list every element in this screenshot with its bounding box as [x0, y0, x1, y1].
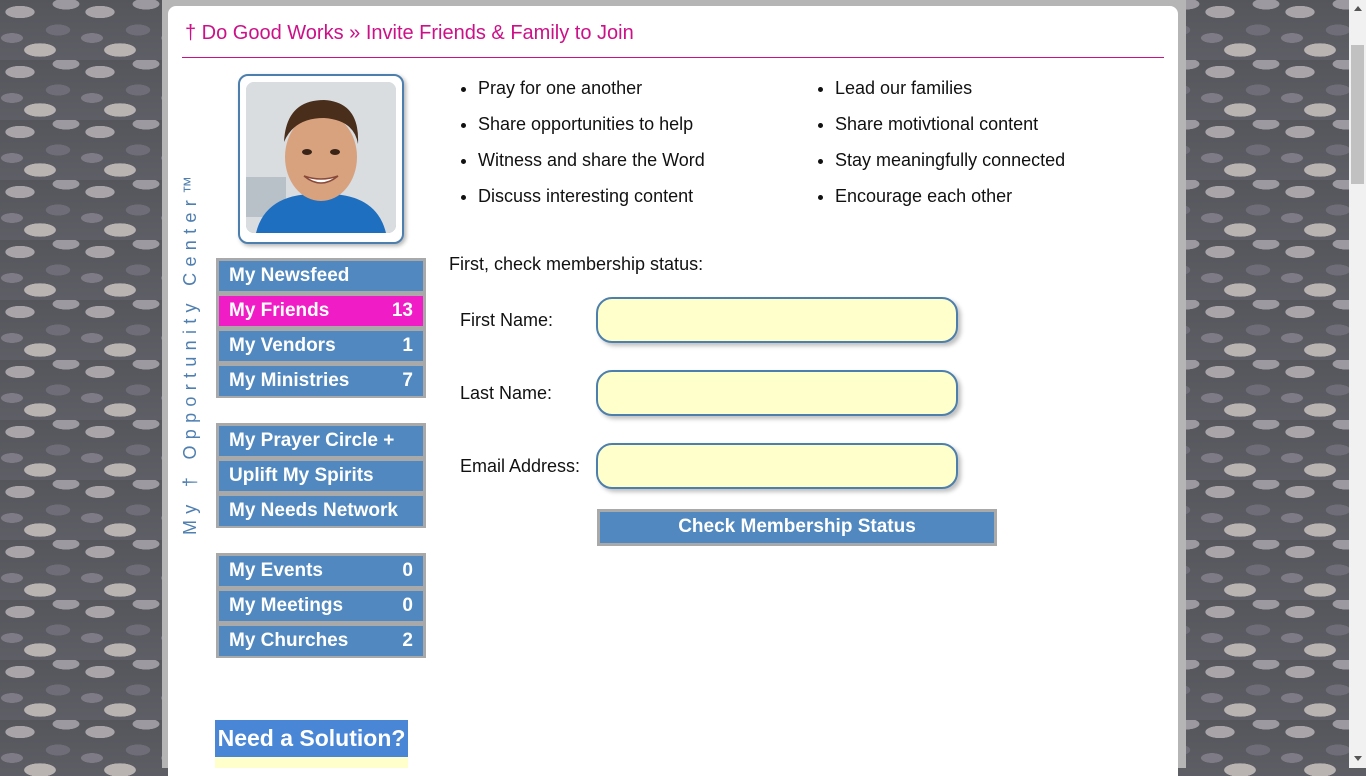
nav-my-vendors[interactable]: My Vendors 1	[216, 328, 426, 363]
list-item: Lead our families	[835, 77, 1065, 113]
vertical-brand-label: My † Opportunity Center™	[180, 169, 200, 535]
user-photo-icon	[246, 82, 396, 233]
list-item: Share motivtional content	[835, 113, 1065, 149]
nav-label: My Prayer Circle +	[229, 430, 395, 451]
benefits-list-left: Pray for one another Share opportunities…	[450, 77, 705, 221]
scroll-down-arrow-icon[interactable]	[1354, 756, 1362, 761]
list-item: Stay meaningfully connected	[835, 149, 1065, 185]
page-title: † Do Good Works » Invite Friends & Famil…	[185, 22, 634, 44]
nav-group-spiritual: My Prayer Circle + Uplift My Spirits My …	[216, 423, 426, 528]
email-field[interactable]	[596, 443, 958, 489]
need-a-solution-banner[interactable]: Need a Solution?	[215, 720, 408, 757]
nav-count: 0	[402, 595, 413, 616]
nav-count: 1	[402, 335, 413, 356]
profile-avatar-frame[interactable]	[238, 74, 404, 244]
list-item: Discuss interesting content	[478, 185, 705, 221]
solution-panel-strip	[215, 757, 408, 768]
last-name-field[interactable]	[596, 370, 958, 416]
nav-group-gatherings: My Events 0 My Meetings 0 My Churches 2	[216, 553, 426, 658]
list-item: Encourage each other	[835, 185, 1065, 221]
nav-label: Uplift My Spirits	[229, 465, 374, 486]
title-divider	[182, 57, 1164, 58]
nav-label: My Vendors	[229, 335, 336, 356]
avatar[interactable]	[246, 82, 396, 233]
nav-uplift-my-spirits[interactable]: Uplift My Spirits	[216, 458, 426, 493]
nav-my-newsfeed[interactable]: My Newsfeed	[216, 258, 426, 293]
nav-count: 0	[402, 560, 413, 581]
scroll-up-arrow-icon[interactable]	[1354, 6, 1362, 11]
nav-label: My Churches	[229, 630, 349, 651]
list-item: Witness and share the Word	[478, 149, 705, 185]
page-scrollbar[interactable]	[1349, 0, 1366, 768]
scroll-thumb[interactable]	[1351, 45, 1364, 184]
nav-label: My Events	[229, 560, 323, 581]
first-name-field[interactable]	[596, 297, 958, 343]
nav-label: My Friends	[229, 300, 330, 321]
last-name-label: Last Name:	[460, 383, 553, 403]
nav-count: 2	[402, 630, 413, 651]
nav-label: My Needs Network	[229, 500, 398, 521]
nav-my-events[interactable]: My Events 0	[216, 553, 426, 588]
nav-my-friends[interactable]: My Friends 13	[216, 293, 426, 328]
form-intro-text: First, check membership status:	[449, 254, 704, 274]
nav-my-prayer-circle[interactable]: My Prayer Circle +	[216, 423, 426, 458]
check-membership-button[interactable]: Check Membership Status	[597, 509, 997, 546]
nav-label: My Newsfeed	[229, 265, 350, 286]
benefits-list-right: Lead our families Share motivtional cont…	[807, 77, 1065, 221]
nav-my-churches[interactable]: My Churches 2	[216, 623, 426, 658]
nav-my-needs-network[interactable]: My Needs Network	[216, 493, 426, 528]
nav-count: 7	[402, 370, 413, 391]
nav-group-main: My Newsfeed My Friends 13 My Vendors 1 M…	[216, 258, 426, 398]
list-item: Pray for one another	[478, 77, 705, 113]
nav-count: 13	[391, 300, 413, 321]
nav-label: My Ministries	[229, 370, 350, 391]
nav-my-ministries[interactable]: My Ministries 7	[216, 363, 426, 398]
nav-label: My Meetings	[229, 595, 344, 616]
list-item: Share opportunities to help	[478, 113, 705, 149]
nav-my-meetings[interactable]: My Meetings 0	[216, 588, 426, 623]
first-name-label: First Name:	[460, 310, 554, 330]
email-label: Email Address:	[460, 456, 581, 476]
